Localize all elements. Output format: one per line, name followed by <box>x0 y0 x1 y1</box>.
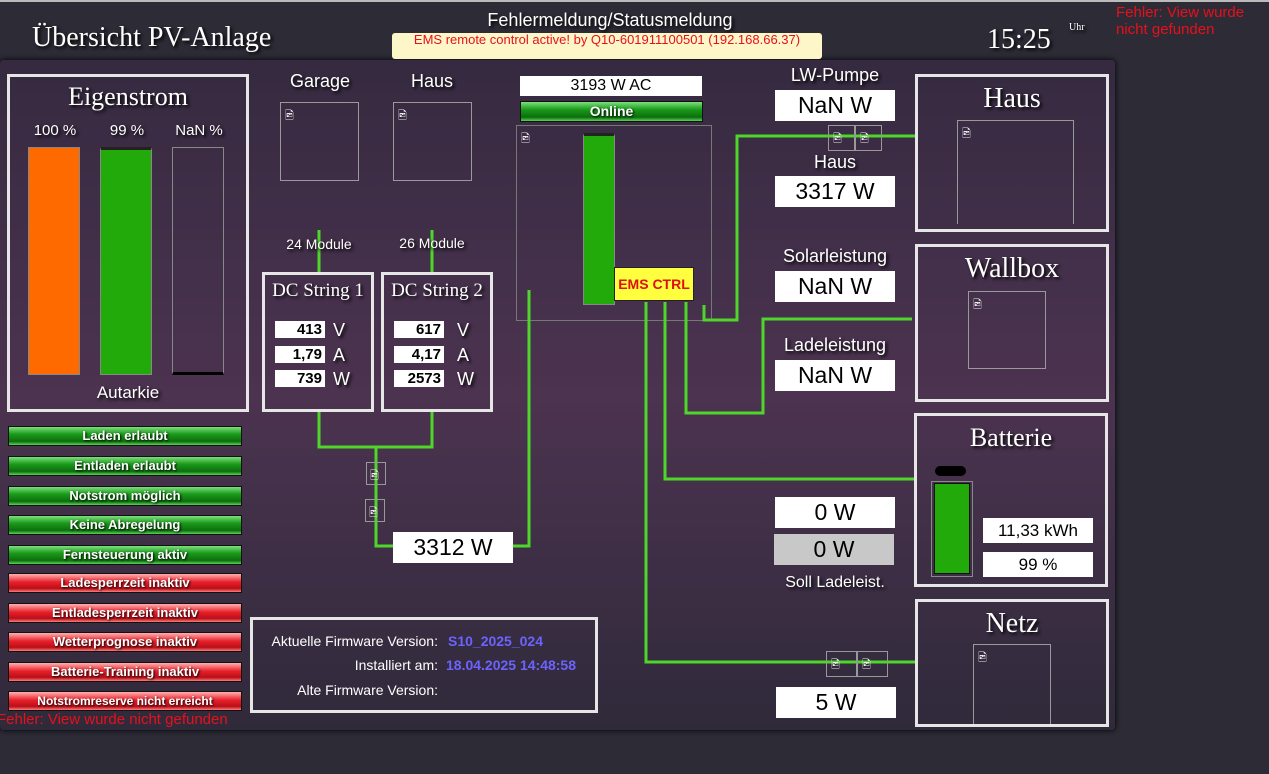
inverter-level-bar <box>583 133 615 305</box>
haus-line <box>702 134 915 322</box>
dc-string-2-title: DC String 2 <box>391 280 483 301</box>
dc-string-2-panel: DC String 2 617 V 4,17 A 2573 W <box>381 272 493 412</box>
broken-image-icon: 🖻 <box>370 470 379 482</box>
string-1-current: 1,79 <box>275 346 325 363</box>
unit-a: A <box>333 345 346 365</box>
broken-image-icon: 🖻 <box>973 299 982 311</box>
flow-arrow-icon: 🖻 <box>826 651 857 677</box>
flow-arrow-icon: 🖻 <box>828 125 855 151</box>
battery-gauge <box>931 481 973 577</box>
broken-image-icon: 🖻 <box>962 128 971 140</box>
unit-v: V <box>333 320 346 340</box>
flow-arrow-icon: 🖻 <box>366 462 386 485</box>
string-2-current: 4,17 <box>394 346 444 363</box>
firmware-old-label: Alte Firmware Version: <box>297 682 438 698</box>
flow-arrow-icon: 🖻 <box>365 499 385 522</box>
haus-title: Haus <box>983 83 1041 114</box>
haus-panel[interactable]: Haus 🖻 <box>915 74 1109 232</box>
ems-ctrl-badge[interactable]: EMS CTRL <box>614 267 694 301</box>
broken-image-icon: 🖻 <box>833 133 842 145</box>
dc-string-1-panel: DC String 1 413 V 1,79 A 739 W <box>262 272 374 412</box>
modules-1: 24 Module <box>286 236 352 252</box>
unit-w: W <box>457 369 474 389</box>
wallbox-panel[interactable]: Wallbox 🖻 <box>915 244 1109 402</box>
wallbox-title: Wallbox <box>964 253 1060 284</box>
unit-w: W <box>333 369 350 389</box>
netz-title: Netz <box>985 608 1039 639</box>
battery-energy: 11,33 kWh <box>983 518 1093 543</box>
firmware-installed: 18.04.2025 14:48:58 <box>446 657 576 673</box>
firmware-installed-label: Installiert am: <box>354 657 438 673</box>
battery-cap <box>935 466 966 476</box>
broken-image-icon: 🖻 <box>862 659 871 671</box>
battery-soc: 99 % <box>983 552 1093 577</box>
broken-image-icon: 🖻 <box>831 659 840 671</box>
battery-fill <box>934 482 970 574</box>
inverter-dc-line <box>513 290 531 548</box>
status-message: EMS remote control active! by Q10-601911… <box>392 33 822 59</box>
firmware-panel: Aktuelle Firmware Version: S10_2025_024 … <box>250 617 598 713</box>
string-1-voltage: 413 <box>275 321 325 338</box>
string-2-power: 2573 <box>394 370 444 387</box>
broken-image-icon: 🖻 <box>369 507 378 519</box>
modules-2: 26 Module <box>399 235 465 251</box>
wallbox-image: 🖻 <box>968 291 1046 369</box>
battery-line <box>663 302 915 481</box>
dc-string-1-title: DC String 1 <box>272 280 364 301</box>
broken-image-icon: 🖻 <box>860 133 869 145</box>
string-2-voltage: 617 <box>394 321 444 338</box>
firmware-current-label: Aktuelle Firmware Version: <box>271 633 438 649</box>
string-1-power: 739 <box>275 370 325 387</box>
firmware-current: S10_2025_024 <box>448 633 543 649</box>
batterie-panel[interactable]: Batterie 11,33 kWh 99 % <box>914 413 1108 587</box>
broken-image-icon: 🖻 <box>978 652 987 664</box>
haus-image: 🖻 <box>957 120 1074 224</box>
netz-panel[interactable]: Netz 🖻 <box>915 599 1109 727</box>
unit-a: A <box>457 345 470 365</box>
batterie-title: Batterie <box>969 423 1053 452</box>
flow-arrow-icon: 🖻 <box>857 651 888 677</box>
netz-image: 🖻 <box>973 644 1051 724</box>
pv-total-power: 3312 W <box>393 532 513 563</box>
unit-v: V <box>457 320 470 340</box>
flow-arrow-icon: 🖻 <box>855 125 882 151</box>
